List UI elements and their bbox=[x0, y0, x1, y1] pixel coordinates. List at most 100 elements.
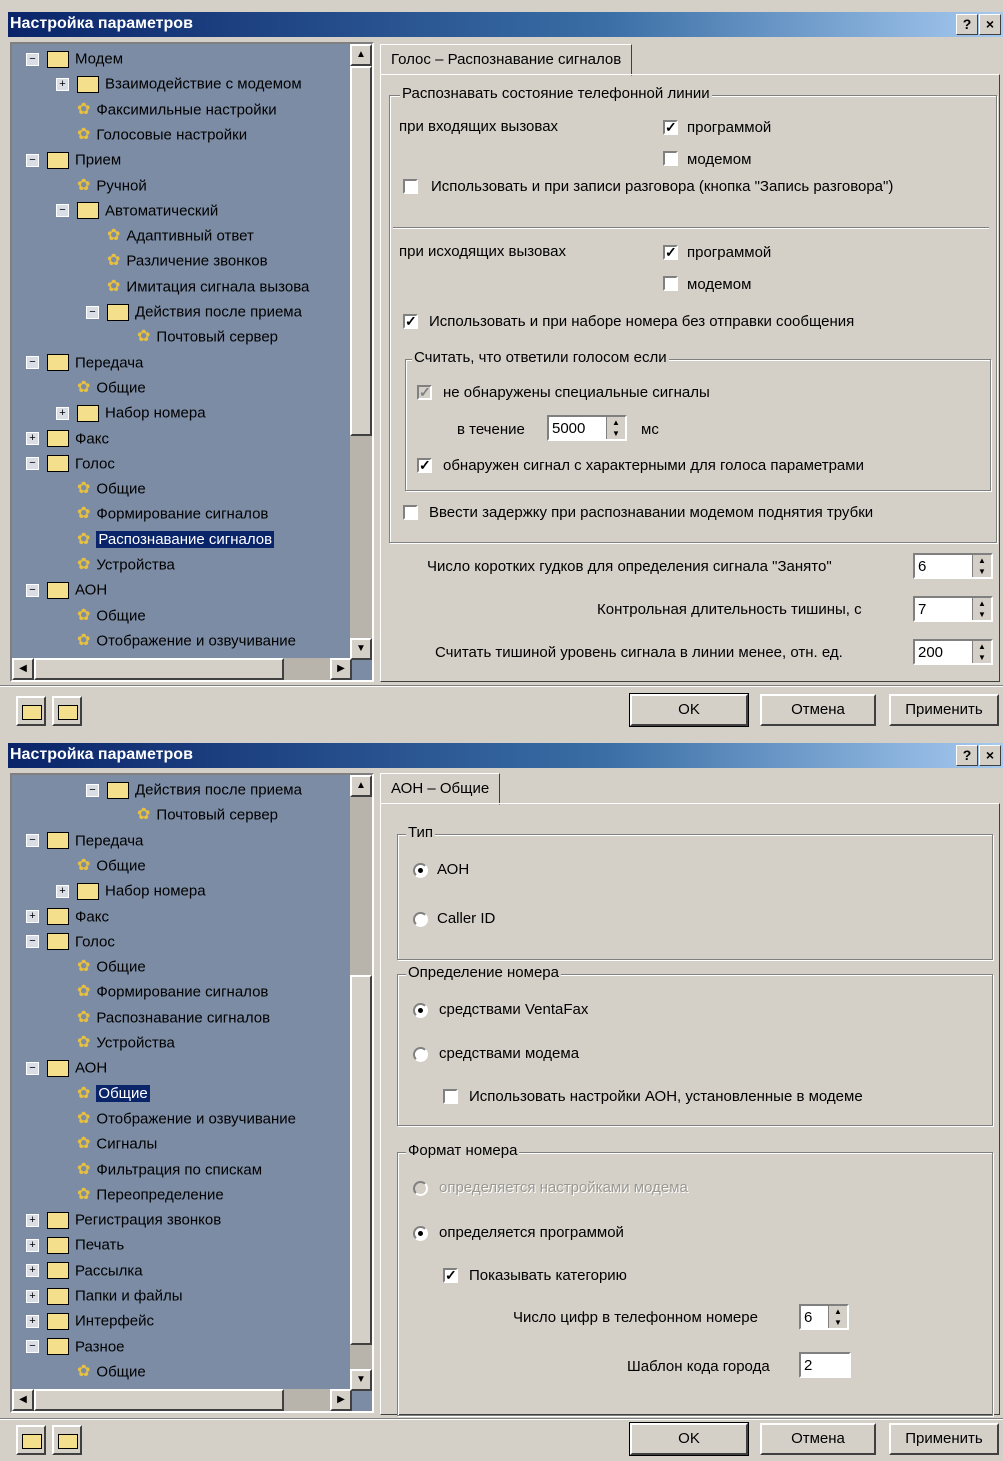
incoming-modem-checkbox[interactable] bbox=[663, 151, 678, 166]
tree-item[interactable]: ✿ Почтовый сервер bbox=[116, 324, 278, 349]
spinner-arrows-icon[interactable]: ▲ ▼ bbox=[972, 555, 991, 577]
area-code-input[interactable] bbox=[801, 1354, 849, 1376]
collapse-icon[interactable]: − bbox=[26, 1340, 39, 1354]
use-modem-settings-checkbox[interactable] bbox=[443, 1089, 458, 1104]
tree-item[interactable]: ✿ Различение звонков bbox=[86, 248, 268, 273]
apply-button[interactable]: Применить bbox=[889, 1423, 999, 1455]
tree-item[interactable]: ✿ Формирование сигналов bbox=[56, 979, 268, 1004]
expand-icon[interactable]: + bbox=[26, 432, 39, 446]
collapse-icon[interactable]: − bbox=[26, 153, 39, 167]
tree-item[interactable]: ✿ Сигналы bbox=[56, 1131, 157, 1156]
tree-item[interactable]: − Действия после приема bbox=[86, 777, 302, 802]
tree-item[interactable]: ✿ Отображение и озвучивание bbox=[56, 1106, 296, 1131]
collapse-icon[interactable]: − bbox=[86, 305, 99, 319]
tree-item[interactable]: + Набор номера bbox=[56, 878, 206, 903]
tree-item[interactable]: + Регистрация звонков bbox=[26, 1207, 221, 1232]
hscroll-thumb[interactable] bbox=[34, 1389, 284, 1411]
scroll-up-icon[interactable]: ▲ bbox=[350, 775, 372, 797]
tree-item[interactable]: ✿ Устройства bbox=[56, 552, 175, 577]
open-folder-button[interactable] bbox=[52, 1425, 82, 1455]
use-recording-checkbox[interactable] bbox=[403, 179, 418, 194]
settings-tree[interactable]: − Действия после приема ✿ Почтовый сервер − П… bbox=[10, 773, 374, 1413]
area-code-field[interactable] bbox=[799, 1352, 851, 1378]
tree-item[interactable]: ✿ Адаптивный ответ bbox=[86, 223, 254, 248]
tree-item[interactable]: ✿ Голосовые настройки bbox=[56, 122, 247, 147]
tree-item[interactable]: ✿ Общие bbox=[56, 603, 146, 628]
digits-spinner[interactable]: ▲▼ bbox=[799, 1304, 849, 1330]
close-button[interactable]: × bbox=[979, 14, 1001, 35]
spinner-arrows-icon[interactable]: ▲ ▼ bbox=[828, 1306, 847, 1328]
apply-button[interactable]: Применить bbox=[889, 694, 999, 726]
tree-item[interactable]: + Взаимодействие с модемом bbox=[56, 71, 302, 96]
collapse-icon[interactable]: − bbox=[86, 783, 99, 797]
collapse-icon[interactable]: − bbox=[56, 204, 69, 218]
no-special-checkbox[interactable]: ✓ bbox=[417, 385, 432, 400]
cancel-button[interactable]: Отмена bbox=[760, 1423, 876, 1455]
use-dial-checkbox[interactable]: ✓ bbox=[403, 314, 418, 329]
scroll-up-icon[interactable]: ▲ bbox=[350, 44, 372, 66]
type-aon-radio[interactable] bbox=[413, 863, 428, 878]
format-program-radio[interactable] bbox=[413, 1226, 428, 1241]
open-folder-button[interactable] bbox=[52, 696, 82, 726]
show-category-checkbox[interactable]: ✓ bbox=[443, 1268, 458, 1283]
tree-item[interactable]: − АОН bbox=[26, 577, 107, 602]
tab-aon-general[interactable]: АОН – Общие bbox=[380, 773, 501, 805]
tree-item[interactable]: ✿ Общие bbox=[56, 1359, 146, 1384]
tree-item[interactable]: − Передача bbox=[26, 828, 143, 853]
tree-item[interactable]: + Факс bbox=[26, 426, 109, 451]
cancel-button[interactable]: Отмена bbox=[760, 694, 876, 726]
spinner-arrows-icon[interactable]: ▲ ▼ bbox=[972, 598, 991, 620]
folder-button[interactable] bbox=[16, 1425, 46, 1455]
collapse-icon[interactable]: − bbox=[26, 935, 39, 949]
expand-icon[interactable]: + bbox=[56, 884, 69, 898]
collapse-icon[interactable]: − bbox=[26, 52, 39, 66]
tree-item[interactable]: ✿ Формирование сигналов bbox=[56, 501, 268, 526]
tree-item[interactable]: − Автоматический bbox=[56, 198, 218, 223]
type-callerid-radio[interactable] bbox=[413, 912, 428, 927]
tree-item[interactable]: + Печать bbox=[26, 1232, 124, 1257]
incoming-program-checkbox[interactable]: ✓ bbox=[663, 120, 678, 135]
short-beeps-spinner[interactable]: ▲▼ bbox=[913, 553, 993, 579]
tree-item[interactable]: ✿ Общие bbox=[56, 375, 146, 400]
outgoing-program-checkbox[interactable]: ✓ bbox=[663, 245, 678, 260]
tree-item[interactable]: ✿ Распознавание сигналов bbox=[56, 527, 275, 552]
tree-item[interactable]: − Разное bbox=[26, 1334, 125, 1359]
expand-icon[interactable]: + bbox=[26, 1238, 39, 1252]
collapse-icon[interactable]: − bbox=[26, 583, 39, 597]
tree-item[interactable]: ✿ Переопределение bbox=[56, 1182, 224, 1207]
tree-item[interactable]: ✿ Факсимильные настройки bbox=[56, 97, 277, 122]
scroll-left-icon[interactable]: ◀ bbox=[12, 658, 34, 680]
expand-icon[interactable]: + bbox=[26, 1264, 39, 1278]
collapse-icon[interactable]: − bbox=[26, 457, 39, 471]
spinner-arrows-icon[interactable]: ▲ ▼ bbox=[606, 417, 625, 439]
tree-item[interactable]: ✿ Имитация сигнала вызова bbox=[86, 274, 309, 299]
tree-item[interactable]: − Прием bbox=[26, 147, 121, 172]
tree-item[interactable]: ✿ Общие bbox=[56, 853, 146, 878]
scroll-down-icon[interactable]: ▼ bbox=[350, 1369, 372, 1391]
tree-item[interactable]: ✿ Фильтрация по спискам bbox=[56, 1157, 262, 1182]
expand-icon[interactable]: + bbox=[56, 406, 69, 420]
tree-item[interactable]: ✿ Отображение и озвучивание bbox=[56, 628, 296, 653]
during-spinner[interactable]: ▲▼ bbox=[547, 415, 627, 441]
tree-item[interactable]: ✿ Распознавание сигналов bbox=[56, 1005, 270, 1030]
tree-item[interactable]: ✿ Общие bbox=[56, 476, 146, 501]
delay-checkbox[interactable] bbox=[403, 505, 418, 520]
help-button[interactable]: ? bbox=[956, 14, 978, 35]
hscroll-thumb[interactable] bbox=[34, 658, 284, 680]
expand-icon[interactable]: + bbox=[26, 1289, 39, 1303]
detect-ventafax-radio[interactable] bbox=[413, 1003, 428, 1018]
ok-button[interactable]: OK bbox=[629, 693, 749, 727]
tree-item[interactable]: + Набор номера bbox=[56, 400, 206, 425]
tree-item[interactable]: − Голос bbox=[26, 929, 115, 954]
tree-item[interactable]: ✿ Общие bbox=[56, 1081, 150, 1106]
tree-item[interactable]: + Факс bbox=[26, 904, 109, 929]
close-button[interactable]: × bbox=[979, 745, 1001, 766]
silence-duration-spinner[interactable]: ▲▼ bbox=[913, 596, 993, 622]
ok-button[interactable]: OK bbox=[629, 1422, 749, 1456]
tree-item[interactable]: − Передача bbox=[26, 350, 143, 375]
settings-tree[interactable]: − Модем + Взаимодействие с модемом ✿ Факсимил… bbox=[10, 42, 374, 682]
scroll-down-icon[interactable]: ▼ bbox=[350, 638, 372, 660]
tree-item[interactable]: − Модем bbox=[26, 46, 123, 71]
tree-horizontal-scrollbar[interactable]: ◀ ▶ bbox=[12, 1389, 352, 1411]
collapse-icon[interactable]: − bbox=[26, 1061, 39, 1075]
